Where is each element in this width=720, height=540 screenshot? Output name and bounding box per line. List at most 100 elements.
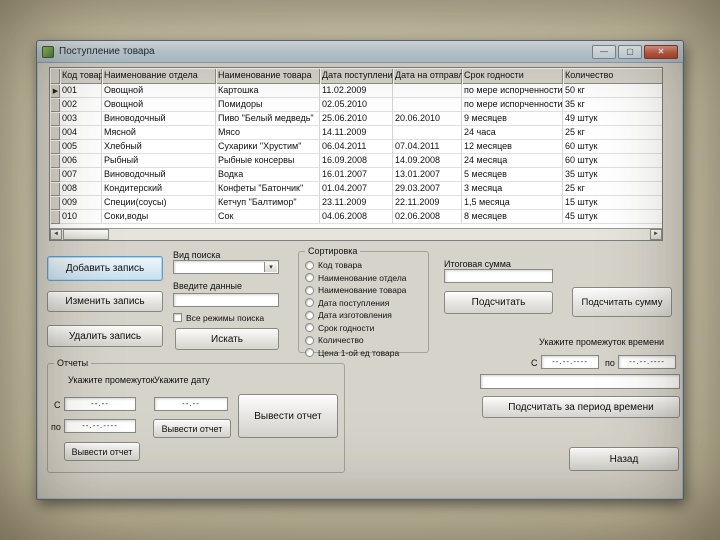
table-row[interactable]: 008 Кондитерский Конфеты "Батончик" 01.04.2… bbox=[50, 182, 662, 196]
column-header[interactable]: Наименование товара bbox=[216, 68, 320, 84]
grid-cell: 24 часа bbox=[462, 126, 563, 140]
sort-option[interactable]: Наименование товара bbox=[305, 285, 428, 295]
sort-option[interactable]: Код товара bbox=[305, 260, 428, 270]
photo-background: Поступление товара — ▢ ✕ Код товараНаиме… bbox=[0, 0, 720, 540]
report-to-input[interactable]: --.--.---- bbox=[64, 419, 136, 433]
grid-cell: 49 штук bbox=[563, 112, 662, 126]
period-from-input[interactable]: --.--.---- bbox=[541, 355, 599, 369]
column-header[interactable]: Дата поступления bbox=[320, 68, 393, 84]
grid-cell: 22.11.2009 bbox=[393, 196, 462, 210]
column-header[interactable]: Наименование отдела bbox=[102, 68, 216, 84]
back-button[interactable]: Назад bbox=[569, 447, 679, 471]
row-selector bbox=[50, 140, 60, 154]
table-row[interactable]: 002 Овощной Помидоры 02.05.2010 по мере испо… bbox=[50, 98, 662, 112]
grid-horizontal-scrollbar[interactable]: ◄ ► bbox=[50, 228, 662, 240]
scroll-left-icon[interactable]: ◄ bbox=[50, 229, 62, 240]
table-row[interactable]: 009 Специи(соусы) Кетчуп "Балтимор" 23.11.2… bbox=[50, 196, 662, 210]
grid-cell: Сок bbox=[216, 210, 320, 224]
radio-button-icon[interactable] bbox=[305, 310, 314, 320]
grid-cell: 29.03.2007 bbox=[393, 182, 462, 196]
window-title: Поступление товара bbox=[59, 46, 155, 57]
delete-record-button[interactable]: Удалить запись bbox=[47, 325, 163, 347]
table-row[interactable]: 005 Хлебный Сухарики "Хрустим" 06.04.2011 07… bbox=[50, 140, 662, 154]
sort-option-label: Цена 1-ой ед товара bbox=[318, 347, 400, 358]
report-date-input[interactable]: --.-- bbox=[154, 397, 228, 411]
minimize-button-icon[interactable]: — bbox=[592, 44, 616, 59]
radio-button-icon[interactable] bbox=[305, 323, 314, 332]
report-all-button[interactable]: Вывести отчет bbox=[238, 394, 338, 438]
grid-cell: 07.04.2011 bbox=[393, 140, 462, 154]
radio-button-icon[interactable] bbox=[305, 260, 314, 270]
search-input-label: Введите данные bbox=[173, 281, 242, 291]
scroll-thumb[interactable] bbox=[63, 229, 109, 240]
table-row[interactable]: 003 Виноводочный Пиво "Белый медведь" 25.06… bbox=[50, 112, 662, 126]
grid-cell: 60 штук bbox=[563, 154, 662, 168]
close-button-icon[interactable]: ✕ bbox=[644, 44, 678, 59]
period-from-label: С bbox=[531, 358, 538, 368]
search-input[interactable] bbox=[173, 293, 279, 307]
grid-cell: 14.09.2008 bbox=[393, 154, 462, 168]
sort-option[interactable]: Количество bbox=[305, 335, 428, 345]
radio-button-icon[interactable] bbox=[305, 335, 314, 345]
calculate-button[interactable]: Подсчитать bbox=[444, 291, 553, 314]
radio-button-icon[interactable] bbox=[305, 273, 314, 282]
modify-record-button[interactable]: Изменить запись bbox=[47, 291, 163, 312]
sort-option[interactable]: Дата поступления bbox=[305, 298, 428, 308]
grid-cell: 04.06.2008 bbox=[320, 210, 393, 224]
column-header[interactable]: Срок годности bbox=[462, 68, 563, 84]
grid-cell: 11.02.2009 bbox=[320, 84, 393, 98]
calculate-period-button[interactable]: Подсчитать за период времени bbox=[482, 396, 680, 418]
grid-cell: 009 bbox=[60, 196, 102, 210]
grid-cell bbox=[393, 84, 462, 98]
grid-cell: 3 месяца bbox=[462, 182, 563, 196]
grid-cell: Кондитерский bbox=[102, 182, 216, 196]
sort-option[interactable]: Наименование отдела bbox=[305, 273, 428, 283]
report-date-button[interactable]: Вывести отчет bbox=[153, 419, 231, 438]
period-to-input[interactable]: --.--.---- bbox=[618, 355, 676, 369]
table-row[interactable]: 010 Соки,воды Сок 04.06.2008 02.06.2008 8 мес… bbox=[50, 210, 662, 224]
title-bar[interactable]: Поступление товара — ▢ ✕ bbox=[37, 41, 683, 63]
table-row[interactable]: 006 Рыбный Рыбные консервы 16.09.2008 14.09.… bbox=[50, 154, 662, 168]
grid-cell: Виноводочный bbox=[102, 112, 216, 126]
row-selector bbox=[50, 196, 60, 210]
grid-cell: Овощной bbox=[102, 84, 216, 98]
period-result-input[interactable] bbox=[480, 374, 680, 389]
column-header[interactable]: Дата на отправления bbox=[393, 68, 462, 84]
radio-button-icon[interactable] bbox=[305, 285, 314, 295]
add-record-button[interactable]: Добавить запись bbox=[47, 256, 163, 281]
maximize-button-icon[interactable]: ▢ bbox=[618, 44, 642, 59]
table-row[interactable]: 004 Мясной Мясо 14.11.2009 24 часа 25 кг bbox=[50, 126, 662, 140]
app-window: Поступление товара — ▢ ✕ Код товараНаиме… bbox=[36, 40, 684, 500]
all-modes-checkbox[interactable] bbox=[173, 313, 182, 322]
table-row[interactable]: 007 Виноводочный Водка 16.01.2007 13.01.2007… bbox=[50, 168, 662, 182]
report-to-label: по bbox=[51, 422, 61, 432]
grid-cell: Рыбные консервы bbox=[216, 154, 320, 168]
calculate-sum-button[interactable]: Подсчитать сумму bbox=[572, 287, 672, 317]
sort-option[interactable]: Срок годности bbox=[305, 323, 428, 333]
grid-cell: 006 bbox=[60, 154, 102, 168]
products-grid[interactable]: Код товараНаименование отделаНаименовани… bbox=[49, 67, 663, 241]
radio-button-icon[interactable] bbox=[305, 298, 314, 307]
grid-cell: по мере испорченности bbox=[462, 84, 563, 98]
search-button[interactable]: Искать bbox=[175, 328, 279, 350]
grid-cell: Водка bbox=[216, 168, 320, 182]
grid-cell: 001 bbox=[60, 84, 102, 98]
grid-cell: 25.06.2010 bbox=[320, 112, 393, 126]
radio-button-icon[interactable] bbox=[305, 348, 314, 357]
column-header[interactable]: Код товара bbox=[60, 68, 102, 84]
sort-option-label: Код товара bbox=[318, 260, 362, 270]
report-from-input[interactable]: --.-- bbox=[64, 397, 136, 411]
scroll-right-icon[interactable]: ► bbox=[650, 229, 662, 240]
sort-option[interactable]: Цена 1-ой ед товара bbox=[305, 348, 428, 358]
report-date-label: Укажите дату bbox=[154, 375, 210, 385]
chevron-down-icon[interactable]: ▾ bbox=[264, 262, 277, 272]
sort-option[interactable]: Дата изготовления bbox=[305, 310, 428, 320]
grid-cell: 5 месяцев bbox=[462, 168, 563, 182]
search-type-combobox[interactable]: ▾ bbox=[173, 260, 279, 274]
total-sum-input[interactable] bbox=[444, 269, 553, 283]
sort-option-label: Количество bbox=[318, 335, 364, 345]
table-row[interactable]: ▶ 001 Овощной Картошка 11.02.2009 по мере исп… bbox=[50, 84, 662, 98]
report-range-button[interactable]: Вывести отчет bbox=[64, 442, 140, 461]
row-selector bbox=[50, 154, 60, 168]
column-header[interactable]: Количество bbox=[563, 68, 662, 84]
